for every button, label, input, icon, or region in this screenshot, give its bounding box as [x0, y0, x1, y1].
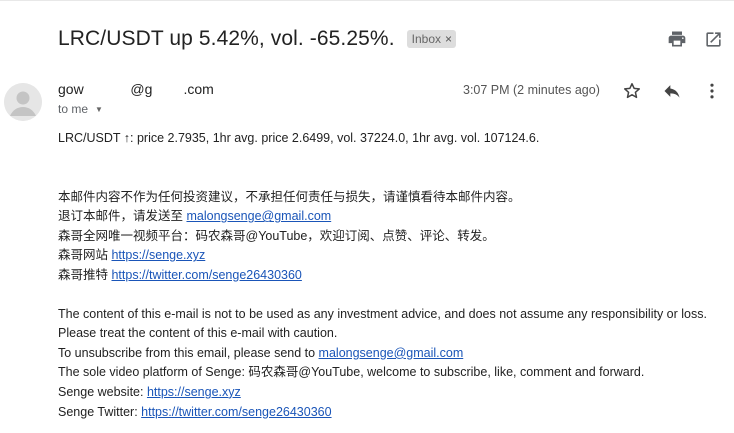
- chevron-down-icon[interactable]: ▼: [95, 105, 103, 114]
- cn-website-line: 森哥网站 https://senge.xyz: [58, 246, 716, 266]
- inbox-label-text: Inbox: [411, 32, 441, 46]
- cn-website-prefix: 森哥网站: [58, 248, 112, 263]
- more-options-button[interactable]: [698, 77, 726, 105]
- en-website-line: Senge website: https://senge.xyz: [58, 383, 716, 403]
- more-vertical-icon: [710, 83, 714, 99]
- cn-unsubscribe-line: 退订本邮件，请发送至 malongsenge@gmail.com: [58, 207, 716, 227]
- en-unsubscribe-prefix: To unsubscribe from this email, please s…: [58, 345, 319, 360]
- email-subject: LRC/USDT up 5.42%, vol. -65.25%.: [58, 27, 395, 50]
- cn-video-line: 森哥全网唯一视频平台：码农森哥@YouTube，欢迎订阅、点赞、评论、转发。: [58, 228, 495, 243]
- en-unsubscribe-line: To unsubscribe from this email, please s…: [58, 344, 716, 364]
- subject-row: LRC/USDT up 5.42%, vol. -65.25%. Inbox ×: [58, 24, 734, 54]
- en-website-prefix: Senge website:: [58, 384, 147, 399]
- printer-icon: [668, 31, 686, 47]
- top-divider: [0, 0, 734, 3]
- en-unsubscribe-email-link[interactable]: malongsenge@gmail.com: [319, 346, 464, 360]
- en-disclaimer: The content of this e-mail is not to be …: [58, 306, 707, 341]
- star-icon: [624, 83, 640, 99]
- print-all-button[interactable]: [663, 25, 691, 53]
- cn-twitter-link[interactable]: https://twitter.com/senge26430360: [111, 268, 301, 282]
- email-timestamp: 3:07 PM (2 minutes ago): [463, 83, 600, 97]
- reply-button[interactable]: [658, 77, 686, 105]
- person-avatar-icon: [4, 83, 42, 121]
- cn-unsubscribe-prefix: 退订本邮件，请发送至: [58, 209, 187, 224]
- en-website-link[interactable]: https://senge.xyz: [147, 385, 241, 399]
- cn-twitter-prefix: 森哥推特: [58, 267, 112, 282]
- sender-address[interactable]: gow @g .com: [58, 81, 214, 97]
- en-twitter-prefix: Senge Twitter:: [58, 404, 142, 419]
- open-in-new-window-button[interactable]: [699, 25, 727, 53]
- email-body: LRC/USDT ↑: price 2.7935, 1hr avg. price…: [58, 129, 716, 422]
- recipient-label: to me: [58, 102, 89, 116]
- en-twitter-line: Senge Twitter: https://twitter.com/senge…: [58, 403, 716, 423]
- en-twitter-link[interactable]: https://twitter.com/senge26430360: [141, 405, 331, 419]
- recipient-details[interactable]: to me ▼: [58, 102, 103, 116]
- remove-label-icon[interactable]: ×: [445, 33, 452, 45]
- cn-twitter-line: 森哥推特 https://twitter.com/senge26430360: [58, 266, 716, 286]
- star-button[interactable]: [618, 77, 646, 105]
- inbox-label-chip[interactable]: Inbox ×: [406, 30, 457, 48]
- en-video-line: The sole video platform of Senge: 码农森哥@Y…: [58, 365, 645, 380]
- cn-disclaimer: 本邮件内容不作为任何投资建议，不承担任何责任与损失，请谨慎看待本邮件内容。: [58, 189, 521, 204]
- reply-icon: [664, 85, 680, 98]
- cn-website-link[interactable]: https://senge.xyz: [111, 248, 205, 262]
- price-summary: LRC/USDT ↑: price 2.7935, 1hr avg. price…: [58, 131, 540, 145]
- sender-avatar[interactable]: [4, 83, 42, 121]
- open-in-new-window-icon: [705, 31, 721, 47]
- cn-unsubscribe-email-link[interactable]: malongsenge@gmail.com: [186, 209, 331, 223]
